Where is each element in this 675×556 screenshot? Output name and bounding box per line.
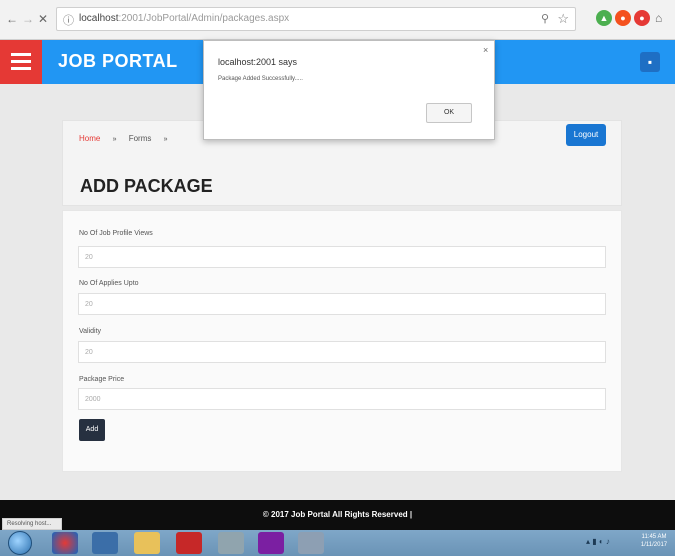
breadcrumb-separator: » [163, 136, 168, 143]
url-text[interactable]: localhost:2001/JobPortal/Admin/packages.… [79, 13, 479, 24]
forward-arrow-icon[interactable]: → [22, 12, 34, 26]
browser-status-text: Resolving host... [2, 518, 62, 530]
visual-studio-icon[interactable] [258, 532, 284, 554]
clock-time: 11:45 AM [641, 534, 667, 540]
user-menu-button[interactable]: ▪ [640, 52, 660, 72]
job-profile-views-label: No Of Job Profile Views [79, 230, 153, 237]
dialog-title: localhost:2001 says [218, 57, 298, 67]
package-price-input[interactable] [78, 388, 606, 410]
hamburger-menu-icon[interactable] [0, 40, 42, 84]
applies-upto-label: No Of Applies Upto [79, 280, 139, 287]
info-icon[interactable]: ⓘ [63, 12, 74, 28]
dialog-message: Package Added Successfully..... [218, 76, 303, 82]
alert-dialog: localhost:2001 says × Package Added Succ… [203, 40, 495, 140]
page-title: ADD PACKAGE [80, 176, 213, 196]
package-price-label: Package Price [79, 376, 125, 383]
address-bar[interactable]: ⓘ localhost:2001/JobPortal/Admin/package… [56, 7, 576, 31]
breadcrumb: Home » Forms » [79, 134, 178, 143]
zoom-icon[interactable]: ⚲ [541, 12, 549, 25]
breadcrumb-home[interactable]: Home [79, 134, 100, 143]
close-icon[interactable]: ✕ [38, 12, 48, 26]
footer-copyright: © 2017 Job Portal All Rights Reserved | [262, 510, 413, 519]
system-tray[interactable]: ▴ ▮ ◐ ♪ [586, 537, 610, 546]
dialog-close-icon[interactable]: × [483, 45, 488, 55]
clock-date: 1/11/2017 [640, 542, 668, 548]
add-button[interactable]: Add [79, 419, 105, 441]
app-icon[interactable] [298, 532, 324, 554]
taskbar-clock[interactable]: 11:45 AM 1/11/2017 [636, 533, 672, 549]
breadcrumb-forms[interactable]: Forms [129, 134, 152, 143]
ie-icon[interactable] [92, 532, 118, 554]
job-profile-views-input[interactable] [78, 246, 606, 268]
home-icon[interactable]: ⌂ [655, 11, 662, 25]
app-title: JOB PORTAL [58, 51, 178, 71]
validity-label: Validity [79, 328, 102, 335]
breadcrumb-separator: » [112, 136, 117, 143]
start-button[interactable] [8, 531, 32, 555]
validity-input[interactable] [78, 341, 606, 363]
star-icon[interactable]: ☆ [557, 11, 569, 27]
extension-icon[interactable]: ● [615, 10, 631, 26]
folder-icon[interactable] [134, 532, 160, 554]
extension-icon[interactable]: ▲ [596, 10, 612, 26]
app-icon[interactable] [218, 532, 244, 554]
back-arrow-icon[interactable]: ← [6, 12, 18, 26]
dialog-ok-button[interactable]: OK [426, 103, 472, 123]
extension-icon[interactable]: ● [634, 10, 650, 26]
logout-button[interactable]: Logout [566, 124, 606, 146]
filezilla-icon[interactable] [176, 532, 202, 554]
chrome-icon[interactable] [52, 532, 78, 554]
applies-upto-input[interactable] [78, 293, 606, 315]
